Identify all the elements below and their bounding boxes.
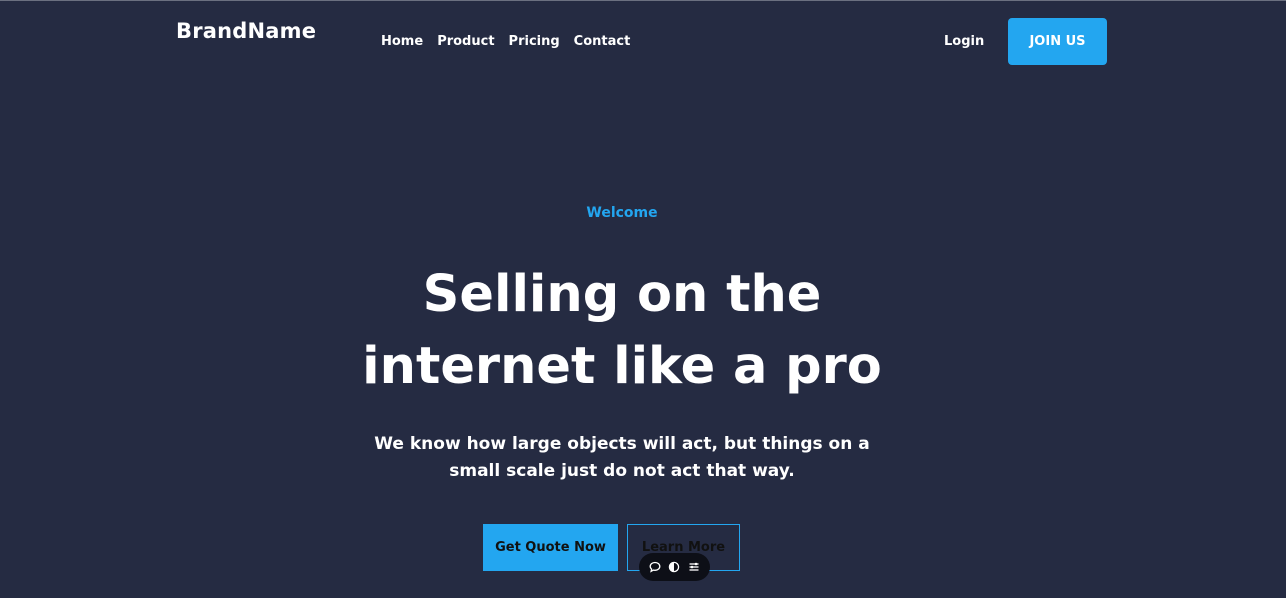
brand-logo[interactable]: BrandName bbox=[176, 19, 316, 43]
chat-bubble-icon[interactable] bbox=[647, 559, 663, 575]
login-link[interactable]: Login bbox=[944, 34, 984, 49]
get-quote-button[interactable]: Get Quote Now bbox=[483, 524, 618, 571]
floating-toolbar bbox=[639, 553, 710, 581]
nav-home[interactable]: Home bbox=[381, 34, 423, 49]
nav-contact[interactable]: Contact bbox=[574, 34, 631, 49]
hero-eyebrow: Welcome bbox=[586, 205, 658, 221]
toggle-icon[interactable] bbox=[666, 559, 682, 575]
join-us-button[interactable]: JOIN US bbox=[1008, 18, 1107, 65]
nav-product[interactable]: Product bbox=[437, 34, 494, 49]
menu-lines-icon[interactable] bbox=[686, 559, 702, 575]
main-nav: Home Product Pricing Contact bbox=[381, 34, 644, 49]
hero-title: Selling on the internet like a pro bbox=[362, 265, 882, 396]
nav-pricing[interactable]: Pricing bbox=[509, 34, 560, 49]
hero-description: We know how large objects will act, but … bbox=[374, 434, 870, 481]
